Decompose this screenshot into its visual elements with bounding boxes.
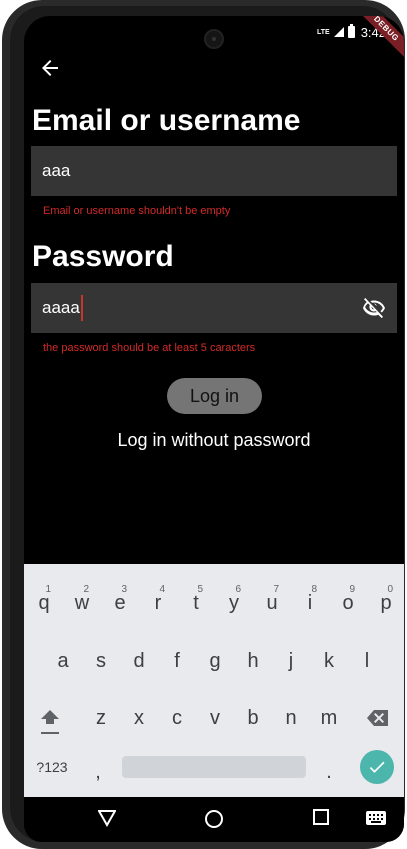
key-hint: 2 (83, 584, 89, 595)
key-n[interactable]: n (273, 698, 309, 738)
key-w[interactable]: w2 (64, 583, 100, 623)
email-value: aaa (42, 161, 71, 180)
backspace-icon (367, 710, 388, 726)
back-triangle-icon[interactable] (97, 809, 117, 832)
key-r[interactable]: r4 (140, 583, 176, 623)
text-caret (80, 295, 83, 321)
key-t[interactable]: t5 (178, 583, 214, 623)
signal-icon (333, 27, 344, 37)
recents-square-icon[interactable] (313, 809, 329, 830)
key-hint: 1 (45, 584, 51, 595)
key-z[interactable]: z (83, 698, 119, 738)
key-d[interactable]: d (121, 641, 157, 681)
key-hint: 5 (197, 584, 203, 595)
keyboard-switch-icon[interactable] (366, 811, 386, 830)
spacebar[interactable] (122, 756, 306, 778)
front-camera (204, 29, 224, 49)
symbols-key[interactable]: ?123 (30, 747, 74, 787)
key-l[interactable]: l (349, 641, 385, 681)
soft-keyboard: q1 w2 e3 r4 t5 y6 u7 i8 o9 p0 a s d f g (24, 564, 404, 797)
check-icon (369, 761, 385, 773)
shift-icon (41, 710, 59, 724)
key-s[interactable]: s (83, 641, 119, 681)
key-hint: 6 (235, 584, 241, 595)
key-c[interactable]: c (159, 698, 195, 738)
key-y[interactable]: y6 (216, 583, 252, 623)
key-g[interactable]: g (197, 641, 233, 681)
back-arrow-icon[interactable] (38, 56, 62, 80)
shift-key[interactable] (30, 698, 70, 738)
key-hint: 9 (349, 584, 355, 595)
period-key[interactable]: . (317, 752, 341, 792)
backspace-key[interactable] (358, 698, 398, 738)
email-error: Email or username shouldn't be empty (43, 205, 231, 217)
key-h[interactable]: h (235, 641, 271, 681)
phone-bezel: LTE 3:42 DEBUG Email or username aaa Ema… (10, 6, 404, 842)
key-x[interactable]: x (121, 698, 157, 738)
key-hint: 7 (273, 584, 279, 595)
keyboard-row-2: a s d f g h j k l (24, 641, 404, 681)
comma-key[interactable]: , (86, 752, 110, 792)
key-q[interactable]: q1 (26, 583, 62, 623)
keyboard-row-3: z x c v b n m (24, 698, 404, 738)
key-u[interactable]: u7 (254, 583, 290, 623)
key-m[interactable]: m (311, 698, 347, 738)
login-without-password-button[interactable]: Log in without password (24, 430, 404, 451)
key-p[interactable]: p0 (368, 583, 404, 623)
navigation-bar (24, 797, 404, 842)
app-screen: LTE 3:42 DEBUG Email or username aaa Ema… (24, 16, 404, 842)
email-field[interactable]: aaa (31, 146, 397, 196)
enter-key[interactable] (360, 750, 394, 784)
password-field[interactable]: aaaa (31, 283, 397, 333)
key-o[interactable]: o9 (330, 583, 366, 623)
keyboard-row-1: q1 w2 e3 r4 t5 y6 u7 i8 o9 p0 (24, 583, 404, 623)
key-hint: 3 (121, 584, 127, 595)
key-b[interactable]: b (235, 698, 271, 738)
key-e[interactable]: e3 (102, 583, 138, 623)
key-f[interactable]: f (159, 641, 195, 681)
key-a[interactable]: a (45, 641, 81, 681)
password-error: the password should be at least 5 caract… (43, 342, 256, 354)
battery-icon (347, 24, 355, 38)
email-label: Email or username (32, 104, 301, 137)
password-value: aaaa (42, 298, 80, 317)
key-k[interactable]: k (311, 641, 347, 681)
key-j[interactable]: j (273, 641, 309, 681)
key-hint: 8 (311, 584, 317, 595)
home-circle-icon[interactable] (204, 809, 224, 834)
password-label: Password (32, 240, 174, 273)
key-i[interactable]: i8 (292, 583, 328, 623)
key-hint: 0 (387, 584, 393, 595)
visibility-off-icon[interactable] (362, 296, 386, 320)
network-type: LTE (316, 28, 330, 36)
phone-frame: LTE 3:42 DEBUG Email or username aaa Ema… (2, 0, 405, 849)
key-v[interactable]: v (197, 698, 233, 738)
login-button[interactable]: Log in (167, 378, 262, 414)
key-hint: 4 (159, 584, 165, 595)
